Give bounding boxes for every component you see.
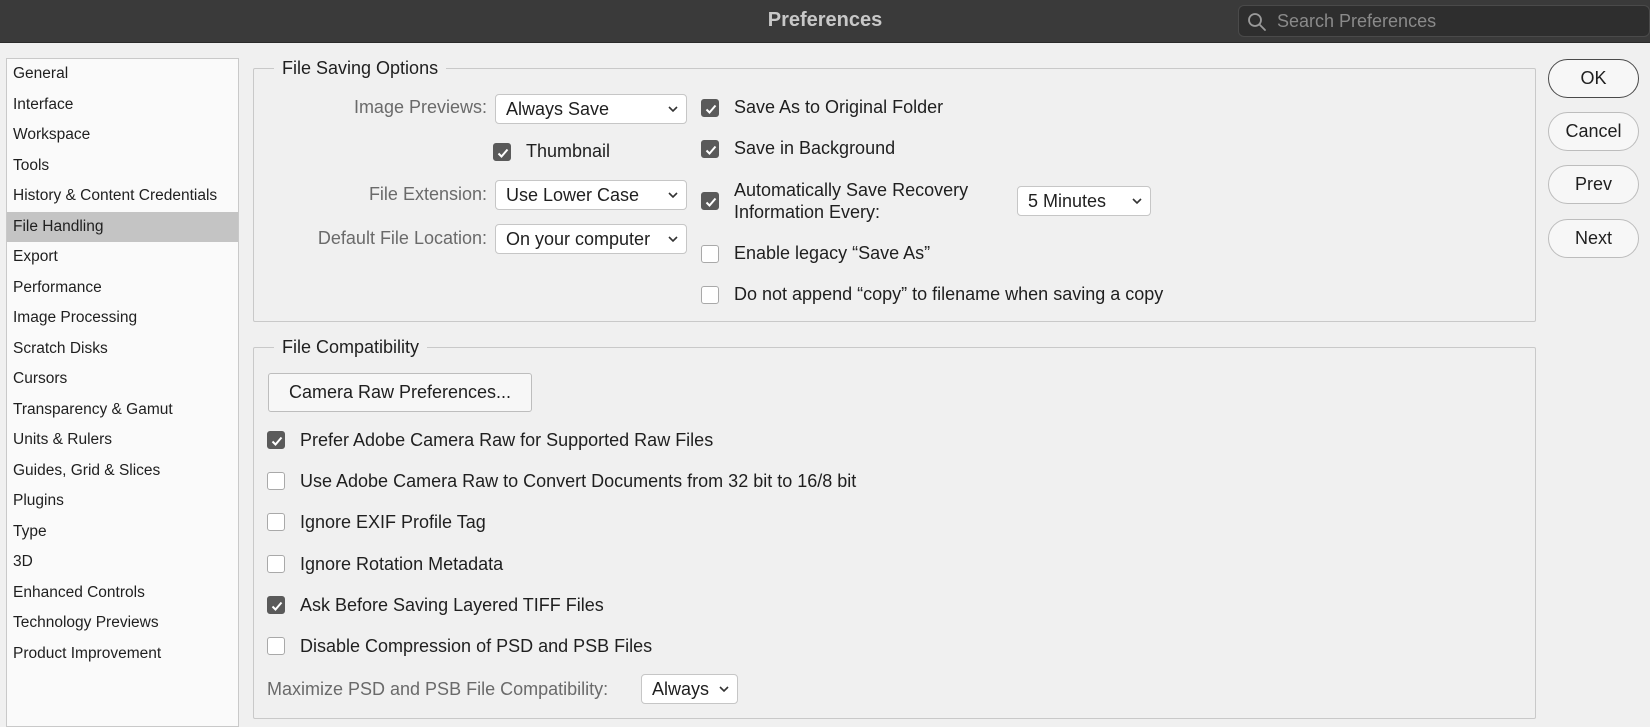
- thumbnail-label: Thumbnail: [526, 141, 611, 161]
- save-background-label: Save in Background: [734, 138, 896, 158]
- save-original-folder-label: Save As to Original Folder: [734, 97, 944, 117]
- next-button[interactable]: Next: [1548, 219, 1639, 258]
- search-icon: [1248, 13, 1266, 31]
- checkmark-icon: [271, 601, 283, 611]
- auto-save-recovery-label: Automatically Save Recovery Information …: [734, 179, 968, 223]
- sidebar-item-product-improvement[interactable]: Product Improvement: [7, 639, 238, 670]
- ignore-rotation-metadata-label: Ignore Rotation Metadata: [300, 554, 504, 574]
- default-file-location-label: Default File Location:: [317, 228, 487, 248]
- prev-button[interactable]: Prev: [1548, 165, 1639, 204]
- ignore-exif-profile-label: Ignore EXIF Profile Tag: [300, 512, 486, 532]
- sidebar-item-3d[interactable]: 3D: [7, 547, 238, 578]
- image-previews-value: Always Save: [506, 99, 610, 119]
- sidebar-item-workspace[interactable]: Workspace: [7, 120, 238, 151]
- sidebar-item-tools[interactable]: Tools: [7, 151, 238, 182]
- file-compatibility-legend: File Compatibility: [282, 337, 420, 357]
- prefer-camera-raw-checkbox[interactable]: [267, 431, 285, 449]
- sidebar-item-interface[interactable]: Interface: [7, 90, 238, 121]
- no-copy-suffix-label: Do not append “copy” to filename when sa…: [734, 284, 1164, 304]
- image-previews-label: Image Previews:: [353, 97, 487, 117]
- chevron-down-icon: [1132, 198, 1142, 205]
- file-saving-options-legend: File Saving Options: [282, 58, 439, 78]
- prefer-camera-raw-label: Prefer Adobe Camera Raw for Supported Ra…: [300, 430, 714, 450]
- camera-raw-convert-32bit-label: Use Adobe Camera Raw to Convert Document…: [300, 471, 857, 491]
- ok-button[interactable]: OK: [1548, 59, 1639, 98]
- sidebar-item-performance[interactable]: Performance: [7, 273, 238, 304]
- auto-save-recovery-label-line1: Automatically Save Recovery: [734, 180, 969, 200]
- checkmark-icon: [705, 145, 717, 155]
- auto-save-interval-value: 5 Minutes: [1028, 191, 1107, 211]
- checkmark-icon: [705, 104, 717, 114]
- search-box[interactable]: [1238, 5, 1650, 37]
- default-file-location-select[interactable]: On your computer: [495, 224, 687, 254]
- no-copy-suffix-checkbox[interactable]: [701, 286, 719, 304]
- legacy-save-as-checkbox[interactable]: [701, 245, 719, 263]
- ask-layered-tiff-label: Ask Before Saving Layered TIFF Files: [300, 595, 604, 615]
- sidebar-item-guides-grid-slices[interactable]: Guides, Grid & Slices: [7, 456, 238, 487]
- sidebar-item-image-processing[interactable]: Image Processing: [7, 303, 238, 334]
- maximize-compatibility-label: Maximize PSD and PSB File Compatibility:: [267, 679, 609, 699]
- auto-save-interval-select[interactable]: 5 Minutes: [1017, 186, 1151, 216]
- auto-save-recovery-checkbox[interactable]: [701, 192, 719, 210]
- sidebar-item-plugins[interactable]: Plugins: [7, 486, 238, 517]
- disable-psd-compression-label: Disable Compression of PSD and PSB Files: [300, 636, 653, 656]
- maximize-compatibility-value: Always: [652, 679, 710, 699]
- sidebar-item-history-content-credentials[interactable]: History & Content Credentials: [7, 181, 238, 212]
- sidebar-item-units-rulers[interactable]: Units & Rulers: [7, 425, 238, 456]
- checkmark-icon: [497, 148, 509, 158]
- cancel-button[interactable]: Cancel: [1548, 112, 1639, 151]
- file-extension-value: Use Lower Case: [506, 185, 640, 205]
- sidebar: General Interface Workspace Tools Histor…: [6, 58, 239, 727]
- file-extension-label: File Extension:: [368, 184, 487, 204]
- thumbnail-checkbox[interactable]: [493, 143, 511, 161]
- sidebar-item-general[interactable]: General: [7, 59, 238, 90]
- ignore-exif-profile-checkbox[interactable]: [267, 513, 285, 531]
- maximize-compatibility-select[interactable]: Always: [641, 674, 738, 704]
- chevron-down-icon: [668, 106, 678, 113]
- default-file-location-value: On your computer: [506, 229, 651, 249]
- camera-raw-preferences-button[interactable]: Camera Raw Preferences...: [268, 373, 532, 412]
- sidebar-item-export[interactable]: Export: [7, 242, 238, 273]
- image-previews-select[interactable]: Always Save: [495, 94, 687, 124]
- checkmark-icon: [705, 197, 717, 207]
- search-input[interactable]: [1277, 10, 1637, 32]
- sidebar-item-transparency-gamut[interactable]: Transparency & Gamut: [7, 395, 238, 426]
- camera-raw-convert-32bit-checkbox[interactable]: [267, 472, 285, 490]
- sidebar-item-file-handling[interactable]: File Handling: [7, 211, 238, 242]
- save-background-checkbox[interactable]: [701, 140, 719, 158]
- sidebar-item-technology-previews[interactable]: Technology Previews: [7, 608, 238, 639]
- chevron-down-icon: [719, 686, 729, 693]
- auto-save-recovery-label-line2: Information Every:: [734, 202, 881, 222]
- legacy-save-as-label: Enable legacy “Save As”: [734, 243, 931, 263]
- disable-psd-compression-checkbox[interactable]: [267, 637, 285, 655]
- sidebar-item-cursors[interactable]: Cursors: [7, 364, 238, 395]
- file-extension-select[interactable]: Use Lower Case: [495, 180, 687, 210]
- title-bar: Preferences: [0, 0, 1650, 43]
- ask-layered-tiff-checkbox[interactable]: [267, 596, 285, 614]
- sidebar-item-type[interactable]: Type: [7, 517, 238, 548]
- checkmark-icon: [271, 436, 283, 446]
- save-original-folder-checkbox[interactable]: [701, 99, 719, 117]
- sidebar-item-enhanced-controls[interactable]: Enhanced Controls: [7, 578, 238, 609]
- ignore-rotation-metadata-checkbox[interactable]: [267, 555, 285, 573]
- chevron-down-icon: [668, 192, 678, 199]
- chevron-down-icon: [668, 236, 678, 243]
- sidebar-item-scratch-disks[interactable]: Scratch Disks: [7, 334, 238, 365]
